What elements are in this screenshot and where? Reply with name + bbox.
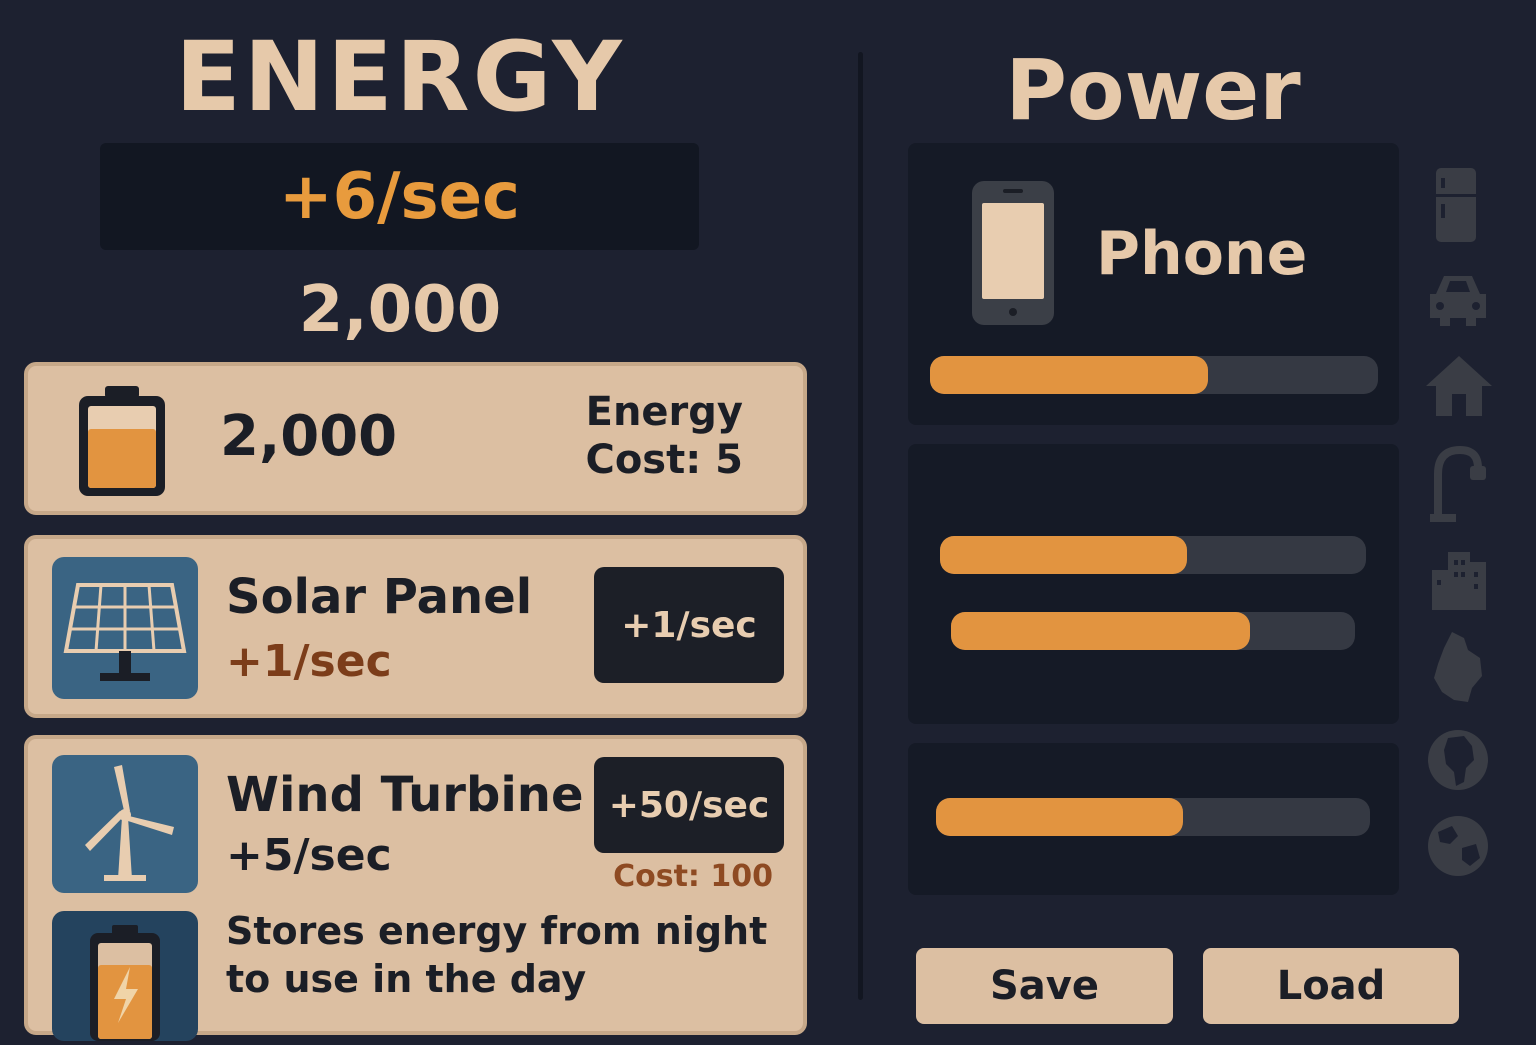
wind-buy-label: +50/sec — [608, 784, 770, 826]
solar-buy-button[interactable]: +1/sec — [594, 567, 784, 683]
panel2-progress-fill-b — [951, 612, 1250, 650]
load-button-label: Load — [1276, 963, 1386, 1009]
solar-rate: +1/sec — [226, 636, 392, 687]
energy-rate-display: +6/sec — [100, 143, 699, 250]
wind-buy-button[interactable]: +50/sec — [594, 757, 784, 853]
phone-progress-fill — [930, 356, 1208, 394]
energy-total: 2,000 — [298, 273, 502, 347]
solar-icon-tile — [52, 557, 198, 699]
city-icon — [1432, 552, 1486, 610]
wind-turbine-icon — [85, 765, 174, 881]
battery-amount: 2,000 — [220, 404, 398, 469]
solar-panel-icon — [63, 583, 187, 681]
storage-icon-tile — [52, 911, 198, 1041]
column-divider — [858, 52, 863, 1000]
wind-icon-tile — [52, 755, 198, 893]
wind-turbine-card[interactable]: Wind Turbine +5/sec +50/sec Cost: 100 St… — [24, 735, 807, 1041]
energy-title: ENERGY — [175, 21, 625, 133]
fridge-icon — [1436, 168, 1476, 242]
battery-icon — [79, 386, 165, 496]
panel2-progress-fill-a — [940, 536, 1188, 574]
solar-name: Solar Panel — [226, 569, 533, 625]
continent-icon — [1434, 632, 1482, 702]
house-icon — [1426, 356, 1492, 416]
solar-buy-label: +1/sec — [621, 604, 757, 646]
save-button[interactable]: Save — [916, 948, 1173, 1024]
panel3-progress-fill — [936, 798, 1184, 836]
phone-icon — [972, 181, 1054, 325]
panel2-progress-bar-a — [940, 536, 1366, 574]
wind-rate: +5/sec — [226, 830, 392, 881]
upgrade-panel-3[interactable] — [908, 743, 1399, 895]
battery-cost-line2: Cost: 5 — [585, 437, 743, 483]
battery-cost: Energy Cost: 5 — [585, 388, 743, 484]
phone-label: Phone — [1096, 219, 1308, 289]
battery-cost-line1: Energy — [585, 389, 743, 435]
panel3-progress-bar — [936, 798, 1370, 836]
car-icon — [1430, 276, 1486, 326]
solar-panel-card[interactable]: Solar Panel +1/sec +1/sec — [24, 535, 807, 718]
battery-card[interactable]: 2,000 Energy Cost: 5 — [24, 362, 807, 515]
upgrade-panel-2[interactable] — [908, 444, 1399, 724]
phone-panel[interactable]: Phone — [908, 143, 1399, 425]
storage-description: Stores energy from night to use in the d… — [226, 907, 767, 1003]
panel2-progress-bar-b — [951, 612, 1355, 650]
save-button-label: Save — [989, 963, 1099, 1009]
africa-globe-icon — [1428, 730, 1488, 790]
power-title: Power — [1005, 41, 1301, 139]
charging-battery-icon — [90, 925, 160, 1041]
wind-name: Wind Turbine — [226, 767, 584, 823]
wind-cost: Cost: 100 — [613, 859, 773, 894]
load-button[interactable]: Load — [1203, 948, 1459, 1024]
storage-description-line2: to use in the day — [226, 957, 587, 1001]
phone-progress-bar — [930, 356, 1378, 394]
storage-description-line1: Stores energy from night — [226, 909, 768, 953]
streetlight-icon — [1430, 445, 1486, 522]
earth-icon — [1428, 816, 1488, 876]
energy-rate-text: +6/sec — [279, 159, 520, 234]
